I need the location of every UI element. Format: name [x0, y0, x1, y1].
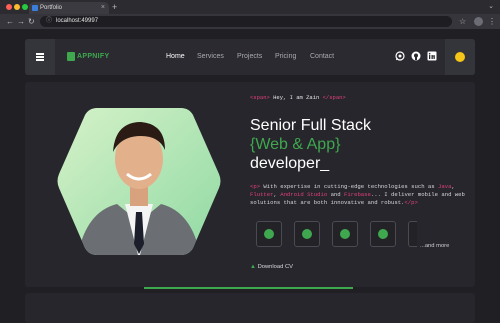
- profile-photo: [57, 108, 221, 255]
- favicon-icon: [32, 5, 38, 11]
- theme-toggle-button[interactable]: [445, 39, 475, 75]
- github-icon[interactable]: [411, 51, 421, 61]
- address-bar[interactable]: ⓘ localhost:49997: [40, 16, 452, 27]
- skill-icon: [302, 229, 312, 239]
- next-section: [25, 293, 475, 323]
- nav-projects[interactable]: Projects: [237, 51, 262, 62]
- forward-icon[interactable]: →: [17, 16, 25, 27]
- hero-title-line2: {Web & App}: [250, 136, 341, 153]
- new-tab-button[interactable]: +: [112, 1, 117, 13]
- skill-icon: [378, 229, 388, 239]
- p-open-tag: <p>: [250, 183, 261, 190]
- profile-avatar[interactable]: [474, 17, 483, 26]
- tech-firebase: Firebase: [344, 191, 371, 198]
- browser-tab[interactable]: Portfolio ×: [29, 2, 109, 14]
- hero-title-line3: developer_: [250, 155, 330, 172]
- skill-tile[interactable]: [256, 221, 282, 247]
- span-close-tag: </span>: [322, 94, 346, 101]
- close-window-icon[interactable]: [6, 4, 12, 10]
- tab-title: Portfolio: [40, 5, 63, 11]
- tech-java: Java: [438, 183, 452, 190]
- bookmark-star-icon[interactable]: ☆: [459, 16, 466, 27]
- greeting-text: Hey, I am Zain: [269, 94, 323, 101]
- download-cv-link[interactable]: ▲ Download CV: [250, 263, 293, 271]
- hero-description: <p> With expertise in cutting-edge techn…: [250, 183, 466, 207]
- maximize-window-icon[interactable]: [22, 4, 28, 10]
- logo-icon[interactable]: [67, 52, 75, 61]
- linkedin-icon[interactable]: [427, 51, 437, 61]
- scroll-progress-line: [144, 287, 353, 289]
- site-navbar: APPNIFY Home Services Projects Pricing C…: [25, 39, 475, 75]
- skill-icon: [264, 229, 274, 239]
- p-close-tag: </p>: [404, 199, 418, 206]
- hamburger-icon-line: [36, 56, 44, 58]
- skill-tile-partial[interactable]: [408, 221, 417, 247]
- nav-home[interactable]: Home: [166, 51, 185, 62]
- theme-sun-icon: [455, 52, 465, 62]
- close-tab-icon[interactable]: ×: [101, 2, 105, 13]
- desc-sep: ,: [451, 183, 455, 190]
- tech-flutter: Flutter: [250, 191, 274, 198]
- hamburger-button[interactable]: [25, 39, 55, 75]
- minimize-window-icon[interactable]: [14, 4, 20, 10]
- download-icon: ▲: [250, 264, 256, 270]
- browser-menu-icon[interactable]: ⋮: [488, 16, 496, 27]
- desc-text-1: With expertise in cutting-edge technolog…: [260, 183, 438, 190]
- desc-and: and: [327, 191, 345, 198]
- url-text[interactable]: localhost:49997: [56, 17, 98, 26]
- hero-title-line1: Senior Full Stack: [250, 117, 371, 134]
- back-icon[interactable]: ←: [6, 16, 14, 27]
- nav-services[interactable]: Services: [197, 51, 224, 62]
- span-open-tag: <span>: [250, 94, 270, 101]
- browser-tab-bar: Portfolio × + ⌄: [0, 0, 500, 14]
- skill-tile[interactable]: [294, 221, 320, 247]
- greeting-line: <span> Hey, I am Zain </span>: [250, 94, 346, 102]
- skill-tile[interactable]: [332, 221, 358, 247]
- brand-name[interactable]: APPNIFY: [77, 51, 109, 62]
- hamburger-icon-line: [36, 59, 44, 61]
- reload-icon[interactable]: ↻: [28, 16, 35, 27]
- browser-toolbar: ← → ↻ ⓘ localhost:49997 ☆ ⋮: [0, 14, 500, 29]
- download-cv-label: Download CV: [257, 264, 294, 270]
- site-info-icon[interactable]: ⓘ: [46, 18, 52, 25]
- tech-android-studio: Android Studio: [280, 191, 328, 198]
- skill-tile[interactable]: [370, 221, 396, 247]
- nav-contact[interactable]: Contact: [310, 51, 334, 62]
- nav-pricing[interactable]: Pricing: [275, 51, 296, 62]
- whatsapp-icon[interactable]: [395, 51, 405, 61]
- more-skills-text: ...and more: [420, 243, 450, 249]
- skill-icon: [340, 229, 350, 239]
- hamburger-icon: [36, 53, 44, 55]
- tab-search-icon[interactable]: ⌄: [488, 1, 494, 13]
